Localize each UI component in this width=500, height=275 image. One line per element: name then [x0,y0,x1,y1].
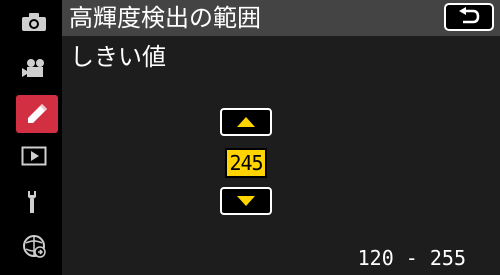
movie-camera-icon[interactable] [10,50,58,86]
title-bar: 高輝度検出の範囲 [62,0,500,36]
threshold-value[interactable]: 245 [225,148,267,178]
value-range: 120 - 255 [357,246,466,270]
setting-label: しきい値 [70,43,166,71]
return-icon [459,7,480,24]
increase-button[interactable] [220,108,272,136]
camera-icon[interactable] [10,4,58,40]
playback-icon[interactable] [10,138,58,174]
triangle-down-icon [237,196,255,206]
network-icon[interactable] [10,228,58,264]
triangle-up-icon [237,117,255,127]
wrench-icon[interactable] [10,184,58,220]
settings-panel: 高輝度検出の範囲 しきい値 245 120 - 255 [62,0,500,275]
pencil-icon[interactable] [16,95,58,133]
decrease-button[interactable] [220,187,272,215]
page-title: 高輝度検出の範囲 [69,4,261,32]
sidebar [0,0,62,275]
back-button[interactable] [444,3,494,31]
